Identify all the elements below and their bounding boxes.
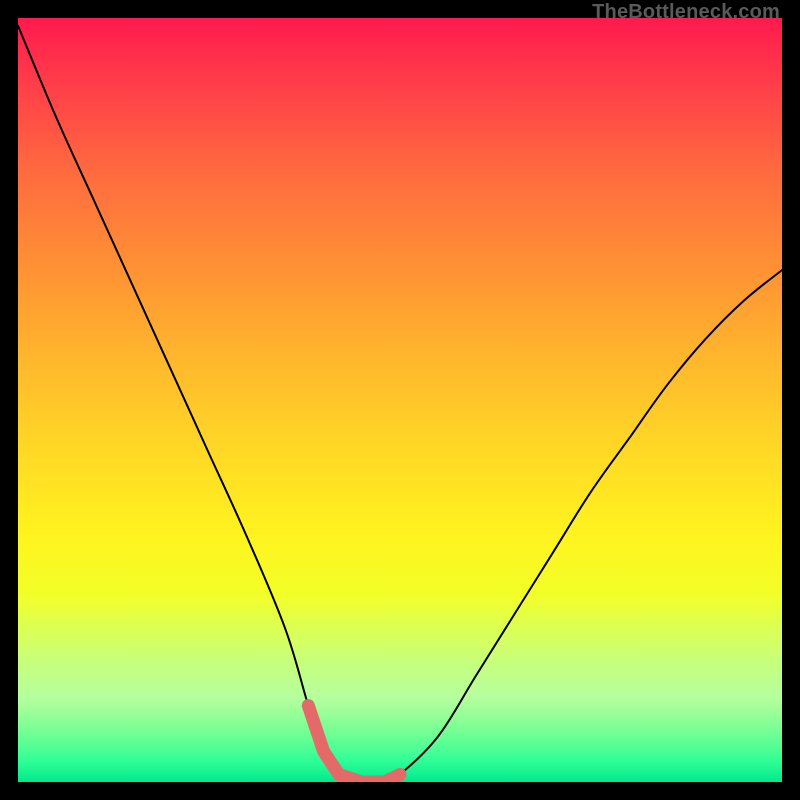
chart-svg xyxy=(18,18,782,782)
chart-frame: TheBottleneck.com xyxy=(0,0,800,800)
optimal-range-highlight xyxy=(308,706,400,782)
watermark-text: TheBottleneck.com xyxy=(592,1,780,24)
plot-area xyxy=(18,18,782,782)
bottleneck-curve xyxy=(18,26,782,782)
